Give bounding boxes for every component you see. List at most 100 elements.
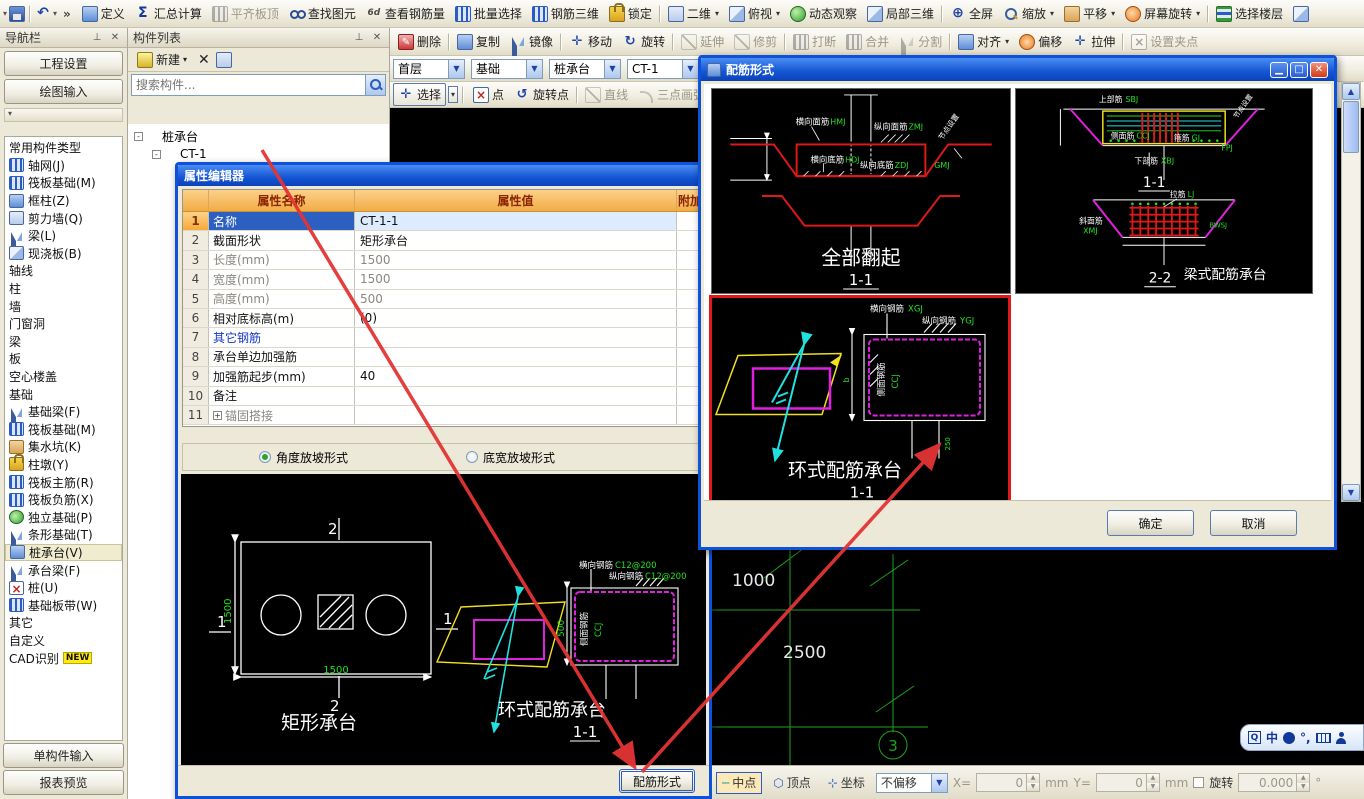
property-row[interactable]: 5 +高度(mm) 500 bbox=[183, 289, 704, 309]
property-row[interactable]: 10 +备注 bbox=[183, 386, 704, 406]
tab-single-component-input[interactable]: 单构件输入 bbox=[3, 743, 124, 768]
close-icon[interactable]: ✕ bbox=[370, 32, 384, 43]
maximize-button[interactable]: □ bbox=[1290, 61, 1308, 78]
nav-cat-slab[interactable]: 板 bbox=[5, 350, 122, 368]
moon-icon[interactable] bbox=[1283, 731, 1296, 744]
tree-twisty[interactable]: - bbox=[152, 149, 161, 159]
nav-cat-opening[interactable]: 门窗洞 bbox=[5, 315, 122, 333]
nav-pile[interactable]: 桩(U) bbox=[5, 579, 122, 597]
nav-cat-foundation[interactable]: 基础 bbox=[5, 385, 122, 403]
btn-line[interactable]: 直线 bbox=[580, 83, 633, 106]
copy-component-icon[interactable] bbox=[215, 51, 232, 68]
nav-column-pier[interactable]: 柱墩(Y) bbox=[5, 454, 122, 474]
snap-midpoint-button[interactable]: ─ 中点 bbox=[716, 771, 763, 794]
nav-cap-beam[interactable]: 承台梁(F) bbox=[5, 561, 122, 590]
combo-category[interactable]: 基础 ▼ bbox=[471, 58, 543, 79]
btn-dynamic-observe[interactable]: 动态观察 bbox=[785, 2, 862, 25]
ok-button[interactable]: 确定 bbox=[1107, 510, 1194, 536]
btn-merge[interactable]: 合并 bbox=[841, 30, 894, 53]
nav-raft-foundation[interactable]: 筏板基础(M) bbox=[5, 174, 122, 192]
select-button[interactable]: 选择 bbox=[393, 83, 447, 106]
cancel-button[interactable]: 取消 bbox=[1210, 510, 1297, 536]
btn-copy[interactable]: 复制 bbox=[452, 30, 505, 53]
dialog-titlebar[interactable]: 配筋形式 ▁ □ ✕ bbox=[701, 58, 1334, 81]
chevron-down-icon[interactable]: ▼ bbox=[604, 59, 620, 78]
property-row[interactable]: 3 +长度(mm) 1500 bbox=[183, 250, 704, 271]
nav-foundation-band[interactable]: 基础板带(W) bbox=[5, 596, 122, 614]
scroll-up-icon[interactable]: ▲ bbox=[1342, 83, 1360, 100]
btn-delete[interactable]: 删除 bbox=[393, 30, 446, 53]
nav-cat-wall[interactable]: 墙 bbox=[5, 297, 122, 315]
nav-cat-column[interactable]: 柱 bbox=[5, 280, 122, 298]
select-caret-icon[interactable]: ▾ bbox=[448, 86, 459, 103]
property-row[interactable]: 6 +相对底标高(m) (0) bbox=[183, 308, 704, 329]
user-icon[interactable] bbox=[1335, 731, 1346, 744]
nav-cat-hollow-floor[interactable]: 空心楼盖 bbox=[5, 368, 122, 386]
btn-align[interactable]: 对齐 bbox=[953, 30, 1014, 53]
nav-beam[interactable]: 梁(L) bbox=[5, 227, 122, 255]
tree-node-ct1[interactable]: - CT-1 bbox=[128, 145, 389, 163]
spinner-icons[interactable]: ▲ ▼ bbox=[1145, 774, 1159, 791]
close-icon[interactable]: ✕ bbox=[108, 32, 122, 43]
nav-raft-foundation2[interactable]: 筏板基础(M) bbox=[5, 421, 122, 439]
combo-component[interactable]: CT-1 ▼ bbox=[627, 58, 699, 79]
rebar-option-ring-type[interactable]: 横向钢筋 XGJ 纵向钢筋 YGJ 侧面钢筋 CCJ b 250 环式配筋承台 … bbox=[709, 295, 1011, 507]
undo-caret-icon[interactable]: ▾ bbox=[53, 9, 57, 18]
btn-find-element[interactable]: 查找图元 bbox=[284, 2, 361, 25]
nav-axis-grid[interactable]: 轴网(J) bbox=[5, 157, 122, 175]
scrollbar-thumb[interactable] bbox=[1343, 101, 1359, 153]
btn-rotate-point[interactable]: 旋转点 bbox=[509, 83, 574, 106]
nav-pile-cap[interactable]: 桩承台(V) bbox=[5, 543, 122, 562]
btn-pan[interactable]: 平移 bbox=[1059, 2, 1120, 25]
btn-break[interactable]: 打断 bbox=[788, 30, 841, 53]
btn-2d-view[interactable]: 二维 bbox=[663, 2, 724, 25]
ime-q-icon[interactable]: Q bbox=[1248, 731, 1261, 744]
btn-top-view[interactable]: 俯视 bbox=[724, 2, 785, 25]
btn-split[interactable]: 分割 bbox=[894, 30, 947, 62]
btn-extra-cube[interactable] bbox=[1288, 3, 1317, 25]
property-row[interactable]: 8 +承台单边加强筋 bbox=[183, 347, 704, 368]
close-button[interactable]: ✕ bbox=[1310, 61, 1328, 78]
nav-foundation-beam[interactable]: 基础梁(F) bbox=[5, 403, 122, 431]
save-icon[interactable] bbox=[9, 5, 26, 22]
chevron-down-icon[interactable]: ▼ bbox=[448, 59, 464, 78]
btn-full-screen[interactable]: 全屏 bbox=[945, 2, 998, 25]
btn-view-rebar-qty[interactable]: 查看钢筋量 bbox=[361, 2, 450, 25]
property-row[interactable]: 11 + 锚固搭接 bbox=[183, 405, 704, 426]
rotate-checkbox[interactable] bbox=[1193, 777, 1205, 788]
btn-lock[interactable]: 锁定 bbox=[604, 2, 657, 25]
tab-draw-input[interactable]: 绘图输入 bbox=[4, 79, 123, 104]
property-row[interactable]: 1 +名称 CT-1-1 bbox=[183, 212, 704, 232]
ime-lang-indicator[interactable]: 中 bbox=[1266, 729, 1278, 746]
search-input[interactable] bbox=[132, 75, 365, 95]
btn-move[interactable]: 移动 bbox=[564, 30, 617, 53]
scroll-down-icon[interactable]: ▼ bbox=[1342, 484, 1360, 501]
expand-icon[interactable]: + bbox=[213, 410, 222, 420]
minimize-button[interactable]: ▁ bbox=[1270, 61, 1288, 78]
nav-sump-pit[interactable]: 集水坑(K) bbox=[5, 438, 122, 456]
dialog-scrollbar[interactable]: ▲ ▼ bbox=[1341, 82, 1361, 502]
tree-node-pile-cap[interactable]: - 桩承台 bbox=[128, 127, 389, 145]
property-row[interactable]: 7 +其它钢筋 bbox=[183, 328, 704, 348]
btn-define[interactable]: 定义 bbox=[77, 2, 130, 25]
pin-icon[interactable]: ⊥ bbox=[352, 32, 366, 43]
nav-cast-slab[interactable]: 现浇板(B) bbox=[5, 245, 122, 263]
nav-shear-wall[interactable]: 剪力墙(Q) bbox=[5, 209, 122, 227]
toolbar-caret-icon[interactable]: ▾ bbox=[3, 9, 7, 18]
btn-mirror[interactable]: 镜像 bbox=[505, 30, 558, 62]
btn-select-floor[interactable]: 选择楼层 bbox=[1211, 2, 1288, 25]
delete-component-icon[interactable]: ✕ bbox=[198, 52, 210, 68]
nav-collapse-strip[interactable]: ▾ bbox=[4, 108, 123, 122]
nav-cat-beam[interactable]: 梁 bbox=[5, 333, 122, 351]
new-component-button[interactable]: 新建 ▾ bbox=[132, 48, 192, 71]
chevron-down-icon[interactable]: ▼ bbox=[930, 773, 947, 792]
punctuation-icon[interactable]: °, bbox=[1300, 731, 1311, 745]
nav-cat-custom[interactable]: 自定义 bbox=[5, 632, 122, 650]
btn-offset[interactable]: 偏移 bbox=[1014, 30, 1067, 53]
search-icon[interactable] bbox=[365, 75, 385, 95]
radio-bottom-width-slope[interactable]: 底宽放坡形式 bbox=[466, 449, 555, 466]
property-row[interactable]: 9 +加强筋起步(mm) 40 bbox=[183, 367, 704, 387]
spinner-icons[interactable]: ▲ ▼ bbox=[1296, 774, 1310, 791]
offset-mode-combo[interactable]: 不偏移 ▼ bbox=[875, 772, 948, 793]
overflow-chevron[interactable]: » bbox=[63, 7, 71, 21]
